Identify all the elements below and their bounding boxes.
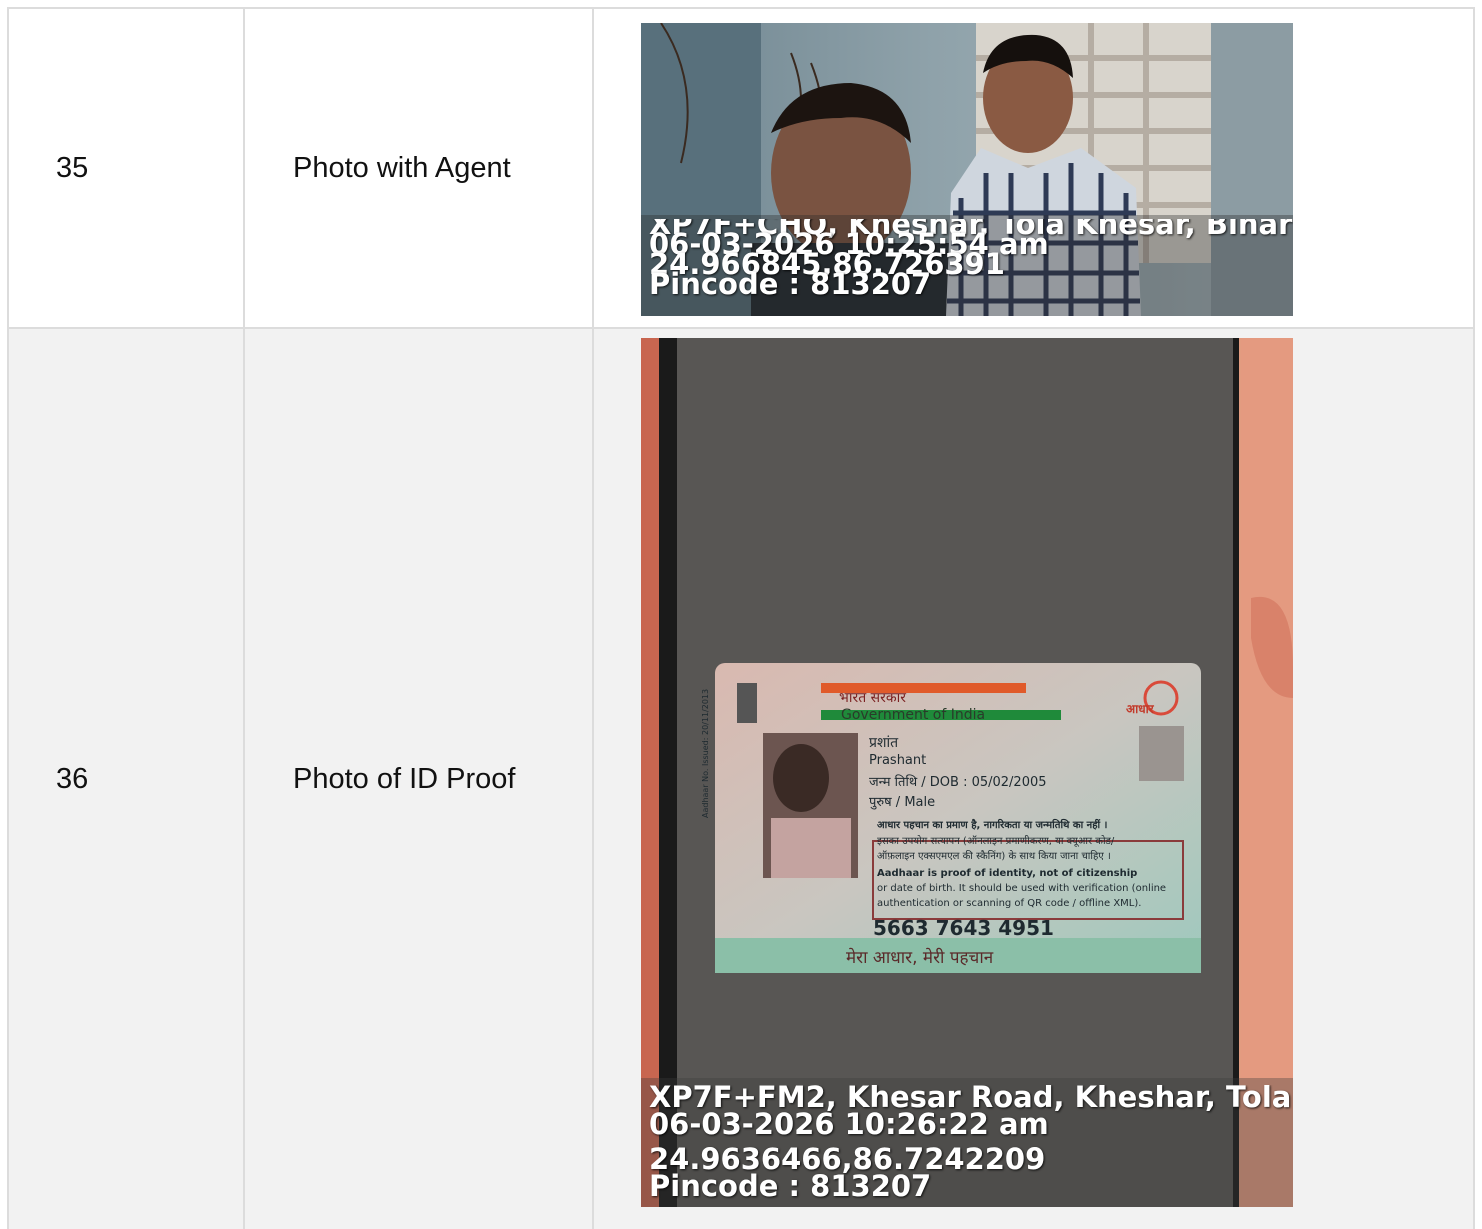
photo-table: 35 Photo with Agent XP7F+CHQ, Kheshar, T…	[7, 7, 1475, 1229]
agent-photo[interactable]: XP7F+CHQ, Kheshar, Tola Khesar, Bihar 8 …	[641, 22, 1293, 316]
table-row: 35 Photo with Agent XP7F+CHQ, Kheshar, T…	[7, 7, 1475, 329]
card-notice-en-3: authentication or scanning of QR code / …	[877, 898, 1142, 909]
card-notice-en-1: Aadhaar is proof of identity, not of cit…	[877, 868, 1138, 879]
card-notice-hi-1: आधार पहचान का प्रमाण है, नागरिकता या जन्…	[877, 820, 1108, 831]
card-side-issue: Aadhaar No. Issued: 20/11/2013	[701, 688, 710, 818]
card-number: 5663 7643 4951	[873, 916, 1054, 940]
card-name-hindi: प्रशांत	[869, 735, 899, 751]
stamp-pincode: Pincode : 813207	[649, 1169, 932, 1201]
photo-cell: भारत सरकार Government of India आधार प्रश…	[592, 327, 1475, 1229]
stamp-datetime: 06-03-2026 10:26:22 am	[649, 1107, 1049, 1141]
card-tagline: मेरा आधार, मेरी पहचान	[846, 948, 994, 968]
card-hindi-gov: भारत सरकार	[839, 690, 906, 706]
card-notice-hi-3: ऑफ़लाइन एक्सएमएल की स्कैनिंग) के साथ किय…	[877, 851, 1111, 862]
photo-cell: XP7F+CHQ, Kheshar, Tola Khesar, Bihar 8 …	[592, 7, 1475, 329]
id-proof-photo[interactable]: भारत सरकार Government of India आधार प्रश…	[641, 338, 1293, 1207]
card-english-gov: Government of India	[841, 707, 986, 723]
geo-stamp: XP7F+FM2, Khesar Road, Kheshar, Tola K 0…	[649, 1085, 1293, 1201]
card-gender: पुरुष / Male	[869, 795, 936, 810]
card-name: Prashant	[869, 753, 927, 768]
aadhaar-logo-text: आधार	[1126, 702, 1154, 716]
row-number: 36	[7, 327, 245, 1229]
row-label: Photo of ID Proof	[243, 327, 594, 1229]
table-row: 36 Photo of ID Proof भारत सरकार Governme…	[7, 327, 1475, 1229]
card-dob: जन्म तिथि / DOB : 05/02/2005	[869, 775, 1047, 790]
row-label: Photo with Agent	[243, 7, 594, 329]
row-number: 35	[7, 7, 245, 329]
card-notice-hi-2: इसका उपयोग सत्यापन (ऑनलाइन प्रमाणीकरण, य…	[877, 836, 1115, 847]
geo-stamp: XP7F+CHQ, Kheshar, Tola Khesar, Bihar 8 …	[649, 219, 1293, 299]
card-notice-en-2: or date of birth. It should be used with…	[877, 883, 1167, 894]
